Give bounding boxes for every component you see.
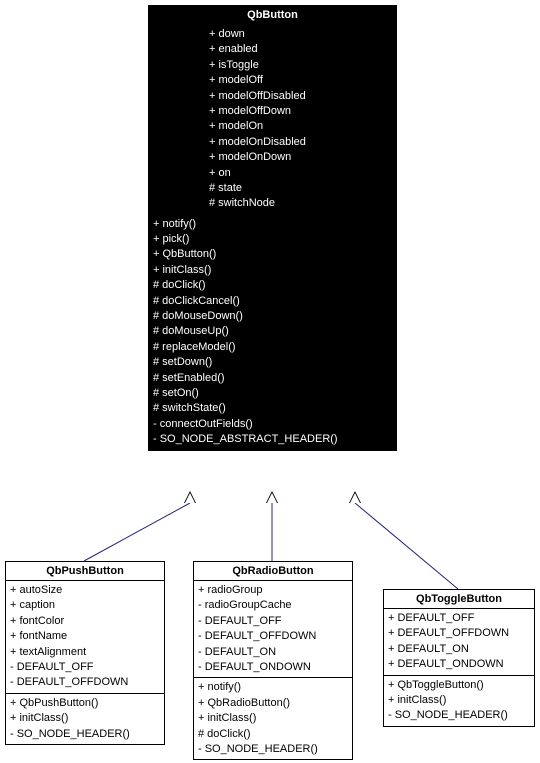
class-qbbutton: QbButton + down+ enabled+ isToggle+ mode… <box>148 5 397 451</box>
attrs: + radioGroup- radioGroupCache- DEFAULT_O… <box>194 581 352 678</box>
attrs: + down+ enabled+ isToggle+ modelOff+ mod… <box>149 25 396 215</box>
class-qbpushbutton: QbPushButton + autoSize+ caption+ fontCo… <box>5 561 165 745</box>
ops: + notify()+ QbRadioButton()+ initClass()… <box>194 678 352 759</box>
ops: + notify()+ pick()+ QbButton()+ initClas… <box>149 215 396 450</box>
ops: + QbToggleButton()+ initClass()- SO_NODE… <box>384 676 534 726</box>
ops: + QbPushButton()+ initClass()- SO_NODE_H… <box>6 694 164 744</box>
class-title[interactable]: QbToggleButton <box>384 590 534 609</box>
class-title[interactable]: QbButton <box>149 6 396 25</box>
class-title[interactable]: QbPushButton <box>6 562 164 581</box>
inheritance-arrow-icon <box>184 491 196 503</box>
inheritance-arrow-icon <box>349 491 361 503</box>
class-qbradiobutton: QbRadioButton + radioGroup- radioGroupCa… <box>193 561 353 760</box>
attrs: + autoSize+ caption+ fontColor+ fontName… <box>6 581 164 694</box>
class-title[interactable]: QbRadioButton <box>194 562 352 581</box>
class-qbtogglebutton: QbToggleButton + DEFAULT_OFF+ DEFAULT_OF… <box>383 589 535 727</box>
attrs: + DEFAULT_OFF+ DEFAULT_OFFDOWN+ DEFAULT_… <box>384 609 534 676</box>
inheritance-arrow-icon <box>266 491 278 503</box>
